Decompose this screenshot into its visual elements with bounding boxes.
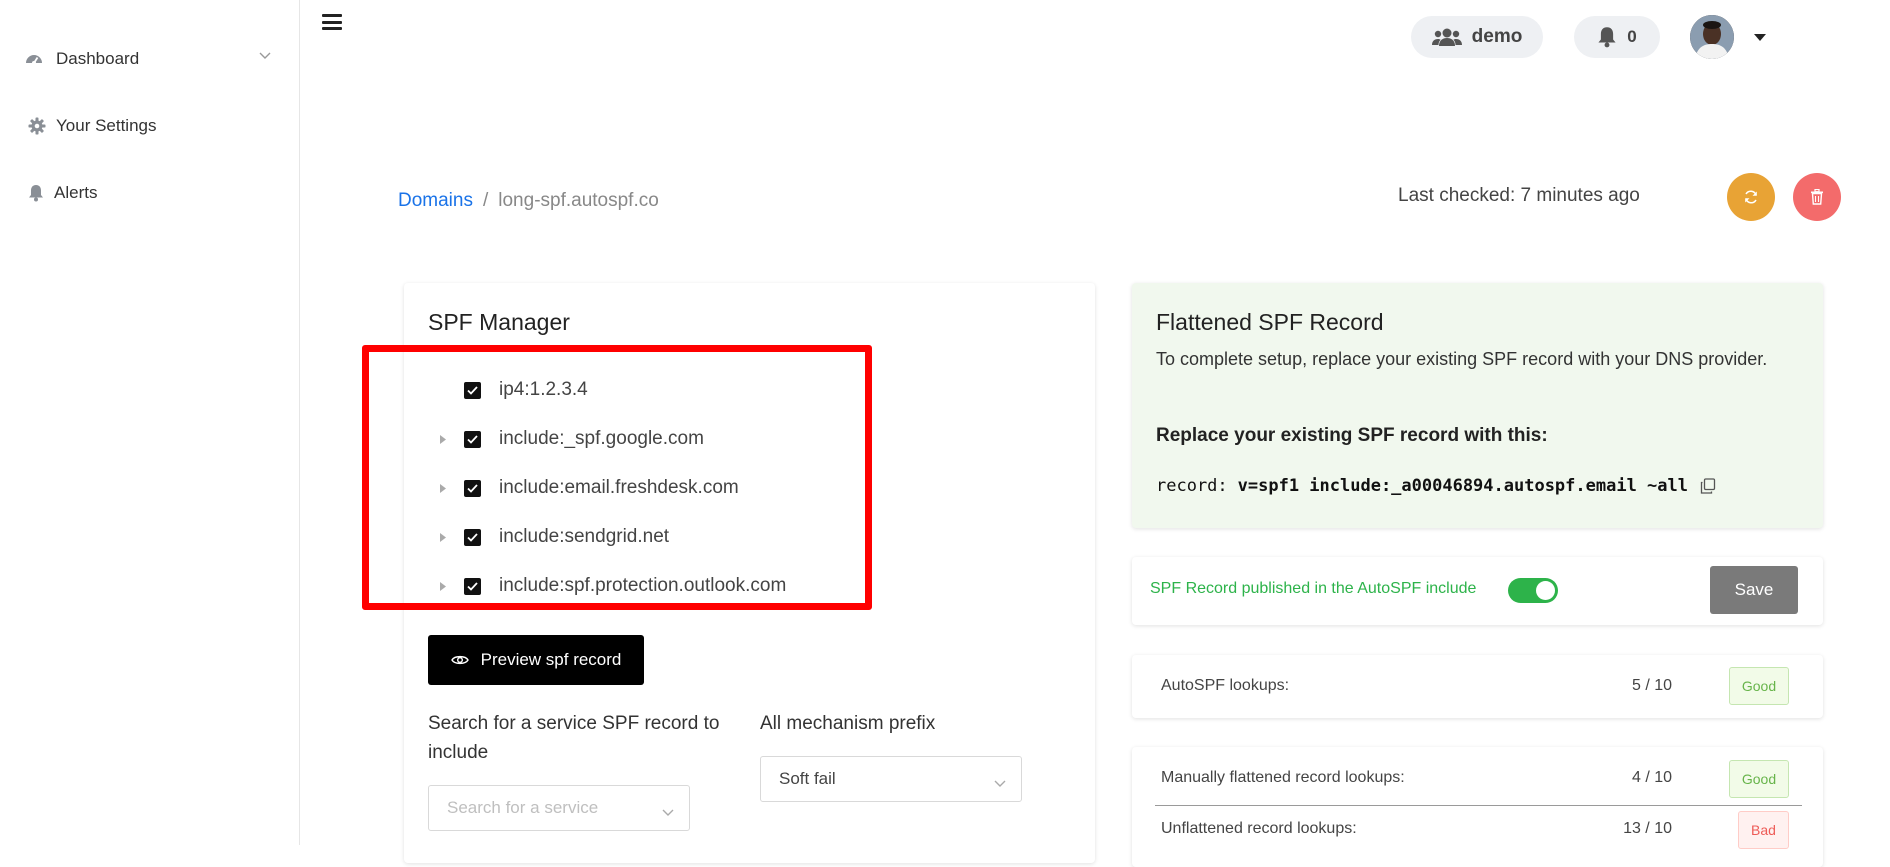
service-search-label: Search for a service SPF record to inclu… [428, 713, 720, 763]
unflattened-lookups-value: 13 / 10 [1623, 820, 1672, 837]
record-line: record: v=spf1 include:_a00046894.autosp… [1156, 476, 1716, 496]
mechanism-row[interactable]: include:_spf.google.com [440, 428, 704, 450]
divider [1155, 805, 1802, 806]
mechanism-checkbox[interactable] [464, 577, 481, 595]
sidebar-item-label: Alerts [54, 183, 98, 202]
autospf-lookups-label: AutoSPF lookups: [1161, 677, 1290, 694]
expand-triangle-icon[interactable] [440, 481, 454, 495]
spf-manager-card: SPF Manager ip4:1.2.3.4 include:_spf.goo… [362, 283, 1095, 863]
breadcrumb-separator: / [482, 190, 489, 211]
last-checked-text: Last checked: 7 minutes ago [1398, 185, 1640, 206]
status-badge: Good [1729, 760, 1789, 798]
account-switcher[interactable]: demo [1411, 16, 1543, 58]
publish-status-text: SPF Record published in the AutoSPF incl… [1150, 580, 1477, 597]
flattened-record-title: Flattened SPF Record [1156, 309, 1384, 335]
notifications-count: 0 [1627, 27, 1637, 46]
hamburger-menu-icon[interactable] [322, 14, 342, 32]
save-button[interactable]: Save [1710, 566, 1798, 614]
avatar[interactable] [1690, 15, 1734, 59]
status-badge: Bad [1738, 811, 1789, 849]
bell-icon [1597, 26, 1617, 48]
breadcrumb: Domains / long-spf.autospf.co [398, 190, 659, 212]
eye-icon [450, 654, 469, 666]
mechanism-checkbox[interactable] [464, 528, 481, 546]
flattened-record-description: To complete setup, replace your existing… [1156, 349, 1768, 369]
bell-icon [28, 183, 44, 203]
record-key: record: [1156, 476, 1228, 496]
mechanism-prefix-label: All mechanism prefix [760, 713, 936, 734]
replace-heading: Replace your existing SPF record with th… [1156, 425, 1548, 446]
users-icon [1431, 27, 1462, 47]
mechanism-checkbox[interactable] [464, 381, 481, 399]
chevron-down-icon[interactable] [258, 48, 272, 66]
expand-triangle-icon[interactable] [440, 530, 454, 544]
breadcrumb-domains-link[interactable]: Domains [398, 190, 473, 212]
refresh-button[interactable] [1727, 173, 1775, 221]
user-menu-caret-icon[interactable] [1754, 34, 1766, 41]
sidebar-item-dashboard[interactable]: Dashboard [24, 49, 139, 69]
dashboard-icon [24, 49, 44, 69]
sidebar-item-label: Dashboard [56, 49, 140, 68]
mechanism-prefix-value: Soft fail [779, 769, 836, 788]
publish-card: SPF Record published in the AutoSPF incl… [1132, 557, 1823, 625]
mechanism-row[interactable]: include:sendgrid.net [440, 526, 669, 548]
chevron-down-icon [993, 774, 1007, 794]
gear-icon [28, 116, 46, 136]
unflattened-lookups-label: Unflattened record lookups: [1161, 820, 1357, 837]
record-value: v=spf1 include:_a00046894.autospf.email … [1237, 476, 1688, 496]
sidebar: Dashboard Your Settings Alerts [0, 0, 300, 845]
expand-triangle-icon[interactable] [440, 432, 454, 446]
account-label: demo [1471, 26, 1523, 47]
sidebar-item-alerts[interactable]: Alerts [28, 183, 97, 203]
mechanism-row[interactable]: include:spf.protection.outlook.com [440, 575, 786, 597]
record-lookups-card: Manually flattened record lookups: 4 / 1… [1132, 747, 1823, 867]
flattened-record-card: Flattened SPF Record To complete setup, … [1132, 283, 1823, 528]
mechanism-checkbox[interactable] [464, 479, 481, 497]
manual-lookups-value: 4 / 10 [1631, 769, 1672, 786]
publish-toggle[interactable] [1508, 578, 1558, 603]
mechanism-label: include:spf.protection.outlook.com [499, 575, 787, 596]
sidebar-item-label: Your Settings [56, 116, 157, 135]
service-search-placeholder: Search for a service [447, 798, 599, 817]
mechanism-label: include:sendgrid.net [499, 526, 670, 547]
mechanism-label: include:_spf.google.com [499, 428, 704, 449]
mechanism-label: include:email.freshdesk.com [499, 477, 739, 498]
refresh-icon [1743, 189, 1759, 205]
preview-button-label: Preview spf record [480, 650, 622, 669]
trash-icon [1810, 189, 1824, 205]
mechanism-checkbox[interactable] [464, 430, 481, 448]
mechanism-row[interactable]: ip4:1.2.3.4 [440, 379, 588, 401]
expand-triangle-icon[interactable] [440, 579, 454, 593]
autospf-lookups-value: 5 / 10 [1631, 677, 1672, 694]
mechanism-prefix-select[interactable]: Soft fail [760, 756, 1022, 802]
service-search-select[interactable]: Search for a service [428, 785, 690, 831]
manual-lookups-label: Manually flattened record lookups: [1161, 769, 1405, 786]
delete-button[interactable] [1793, 173, 1841, 221]
sidebar-item-settings[interactable]: Your Settings [28, 116, 157, 136]
copy-icon[interactable] [1700, 478, 1716, 494]
status-badge: Good [1729, 667, 1789, 705]
breadcrumb-current: long-spf.autospf.co [498, 190, 659, 211]
chevron-down-icon [661, 803, 675, 823]
mechanism-row[interactable]: include:email.freshdesk.com [440, 477, 739, 499]
preview-spf-record-button[interactable]: Preview spf record [428, 635, 644, 685]
notifications-button[interactable]: 0 [1574, 16, 1660, 58]
mechanism-label: ip4:1.2.3.4 [499, 379, 588, 400]
autospf-lookups-card: AutoSPF lookups: 5 / 10 Good [1132, 655, 1823, 718]
spf-manager-title: SPF Manager [428, 309, 570, 335]
